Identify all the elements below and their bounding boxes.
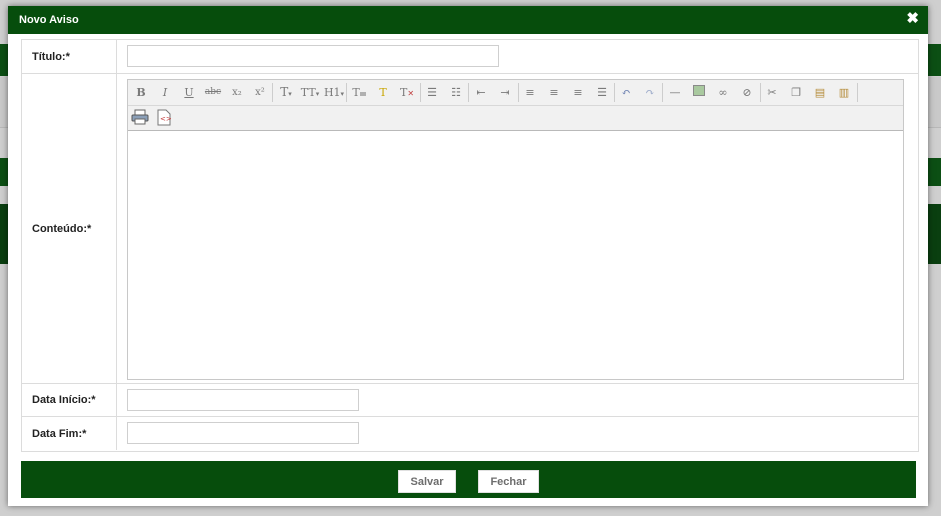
- toolbar-separator: [420, 83, 421, 102]
- novo-aviso-dialog: Novo Aviso ✖ Título:* Conteúdo:* B I U a…: [8, 6, 928, 506]
- data-inicio-label: Data Início:*: [32, 394, 96, 406]
- toolbar-separator: [468, 83, 469, 102]
- underline-icon[interactable]: U: [179, 84, 199, 101]
- undo-icon[interactable]: ↶: [616, 84, 636, 101]
- unlink-icon[interactable]: ⊘: [737, 84, 757, 101]
- remove-format-icon[interactable]: T✕: [397, 84, 417, 101]
- horizontal-rule-icon[interactable]: —: [665, 84, 685, 101]
- ordered-list-icon[interactable]: ☷: [446, 84, 466, 101]
- font-size-icon[interactable]: TT▾: [298, 84, 322, 101]
- aviso-form: Título:* Conteúdo:* B I U abc x₂ x² T▾ T…: [21, 39, 919, 452]
- data-inicio-input[interactable]: [127, 389, 359, 411]
- dialog-title: Novo Aviso: [19, 14, 79, 26]
- conteudo-row: Conteúdo:* B I U abc x₂ x² T▾ TT▾ H1▾ T …: [22, 74, 918, 384]
- toolbar-separator: [346, 83, 347, 102]
- close-icon[interactable]: ✖: [906, 9, 919, 27]
- dialog-footer: Salvar Fechar: [21, 461, 916, 498]
- titulo-label: Título:*: [32, 50, 70, 63]
- toolbar-separator: [857, 83, 858, 102]
- paste-text-icon[interactable]: ▥: [834, 84, 854, 101]
- indent-icon[interactable]: ⇥: [495, 84, 515, 101]
- toolbar-separator: [760, 83, 761, 102]
- unordered-list-icon[interactable]: ☰: [422, 84, 442, 101]
- conteudo-label: Conteúdo:*: [32, 222, 92, 235]
- italic-icon[interactable]: I: [155, 84, 175, 101]
- paste-icon[interactable]: ▤: [810, 84, 830, 101]
- heading-icon[interactable]: H1▾: [322, 84, 346, 101]
- editor-content-area[interactable]: [128, 131, 903, 379]
- data-fim-input[interactable]: [127, 422, 359, 444]
- copy-icon[interactable]: ❐: [786, 84, 806, 101]
- titulo-row: Título:*: [22, 40, 918, 74]
- editor-toolbar-row-1: B I U abc x₂ x² T▾ TT▾ H1▾ T T T✕ ☰ ☷ ⇤ …: [128, 80, 903, 106]
- close-button[interactable]: Fechar: [478, 470, 539, 493]
- justify-icon[interactable]: ☰: [592, 84, 612, 101]
- table-icon[interactable]: [689, 84, 709, 101]
- data-fim-row: Data Fim:*: [22, 417, 918, 450]
- toolbar-separator: [662, 83, 663, 102]
- titulo-input[interactable]: [127, 45, 499, 67]
- source-code-icon[interactable]: <>: [154, 109, 174, 126]
- data-fim-label: Data Fim:*: [32, 427, 87, 440]
- rich-text-editor: B I U abc x₂ x² T▾ TT▾ H1▾ T T T✕ ☰ ☷ ⇤ …: [127, 79, 904, 380]
- print-icon[interactable]: [130, 109, 150, 126]
- subscript-icon[interactable]: x₂: [227, 84, 247, 101]
- strikethrough-icon[interactable]: abc: [203, 84, 223, 101]
- toolbar-separator: [614, 83, 615, 102]
- link-icon[interactable]: ∞: [713, 84, 733, 101]
- align-center-icon[interactable]: ≡: [544, 84, 564, 101]
- superscript-icon[interactable]: x²: [250, 84, 270, 101]
- highlight-icon[interactable]: T: [373, 84, 393, 101]
- align-left-icon[interactable]: ≡: [520, 84, 540, 101]
- cut-icon[interactable]: ✂: [762, 84, 782, 101]
- toolbar-separator: [272, 83, 273, 102]
- dialog-title-bar: Novo Aviso ✖: [8, 6, 928, 34]
- bold-icon[interactable]: B: [131, 84, 151, 101]
- data-inicio-row: Data Início:*: [22, 384, 918, 417]
- font-color-icon[interactable]: T: [349, 84, 369, 101]
- align-right-icon[interactable]: ≡: [568, 84, 588, 101]
- redo-icon[interactable]: ↷: [640, 84, 660, 101]
- toolbar-separator: [518, 83, 519, 102]
- save-button[interactable]: Salvar: [398, 470, 456, 493]
- font-family-icon[interactable]: T▾: [276, 84, 296, 101]
- svg-text:<>: <>: [160, 115, 172, 123]
- outdent-icon[interactable]: ⇤: [471, 84, 491, 101]
- editor-toolbar-row-2: <>: [128, 106, 903, 131]
